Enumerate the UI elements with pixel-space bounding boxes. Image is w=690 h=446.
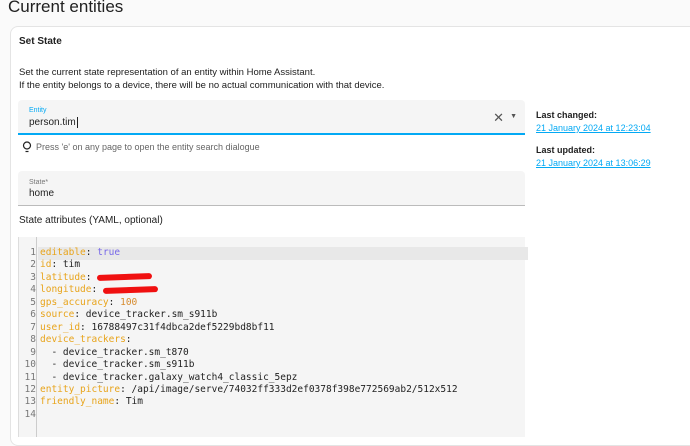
line-number: 4 bbox=[30, 284, 36, 296]
state-field[interactable]: State* home bbox=[18, 171, 525, 206]
last-updated-link[interactable]: 21 January 2024 at 13:06:29 bbox=[536, 158, 651, 168]
state-label: State* bbox=[29, 179, 49, 186]
line-number: 5 bbox=[30, 296, 36, 308]
last-updated: Last updated: 21 January 2024 at 13:06:2… bbox=[536, 145, 651, 168]
line-number: 7 bbox=[30, 321, 36, 333]
yaml-line: gps_accuracy: 100 bbox=[40, 296, 138, 308]
last-changed: Last changed: 21 January 2024 at 12:23:0… bbox=[536, 110, 651, 133]
line-number: 13 bbox=[24, 396, 36, 408]
lightbulb-icon bbox=[22, 141, 32, 153]
line-number: 10 bbox=[24, 359, 36, 371]
yaml-line: id: tim bbox=[40, 259, 81, 271]
line-number: 2 bbox=[30, 259, 36, 271]
yaml-line: source: device_tracker.sm_s911b bbox=[40, 309, 218, 321]
yaml-line: longitude: bbox=[40, 284, 159, 295]
entity-picker[interactable]: Entity person.tim ✕ ▼ bbox=[18, 100, 525, 135]
line-number: 3 bbox=[30, 271, 36, 283]
line-number: 9 bbox=[30, 346, 36, 358]
hint-text: Press 'e' on any page to open the entity… bbox=[36, 142, 260, 152]
line-number: 1 bbox=[30, 247, 36, 258]
yaml-line: editable: true bbox=[40, 247, 121, 258]
redacted-value bbox=[102, 285, 159, 294]
yaml-line: device_trackers: bbox=[40, 334, 138, 346]
line-number: 8 bbox=[30, 334, 36, 346]
description-line-2: If the entity belongs to a device, there… bbox=[19, 80, 385, 91]
yaml-line: latitude: bbox=[40, 272, 153, 283]
state-input[interactable]: home bbox=[29, 188, 54, 199]
yaml-editor[interactable]: 1 editable: true 2 id: tim 3 latitude: 4 longi… bbox=[18, 237, 528, 437]
entity-search-hint: Press 'e' on any page to open the entity… bbox=[22, 141, 260, 153]
last-changed-label: Last changed: bbox=[536, 110, 598, 120]
clear-icon[interactable]: ✕ bbox=[493, 110, 504, 126]
entity-label: Entity bbox=[29, 107, 47, 114]
attributes-label: State attributes (YAML, optional) bbox=[19, 215, 163, 226]
redacted-value bbox=[97, 273, 153, 282]
page-title: Current entities bbox=[8, 0, 124, 16]
card-title: Set State bbox=[19, 36, 62, 47]
line-number: 12 bbox=[24, 383, 36, 395]
line-number: 6 bbox=[30, 309, 36, 321]
entity-input[interactable]: person.tim bbox=[29, 117, 78, 128]
line-number: 14 bbox=[24, 408, 36, 420]
last-changed-link[interactable]: 21 January 2024 at 12:23:04 bbox=[536, 123, 651, 133]
yaml-line: - device_tracker.sm_s911b bbox=[40, 359, 195, 371]
dropdown-arrow-icon[interactable]: ▼ bbox=[510, 113, 517, 120]
description-line-1: Set the current state representation of … bbox=[19, 67, 316, 78]
yaml-line: entity_picture: /api/image/serve/74032ff… bbox=[40, 383, 458, 395]
yaml-line: - device_tracker.galaxy_watch4_classic_5… bbox=[40, 371, 298, 383]
yaml-line: user_id: 16788497c31f4dbca2def5229bd8bf1… bbox=[40, 321, 275, 333]
last-updated-label: Last updated: bbox=[536, 145, 596, 155]
yaml-line: friendly_name: Tim bbox=[40, 396, 143, 408]
line-number: 11 bbox=[24, 371, 36, 383]
yaml-line: - device_tracker.sm_t870 bbox=[40, 346, 189, 358]
